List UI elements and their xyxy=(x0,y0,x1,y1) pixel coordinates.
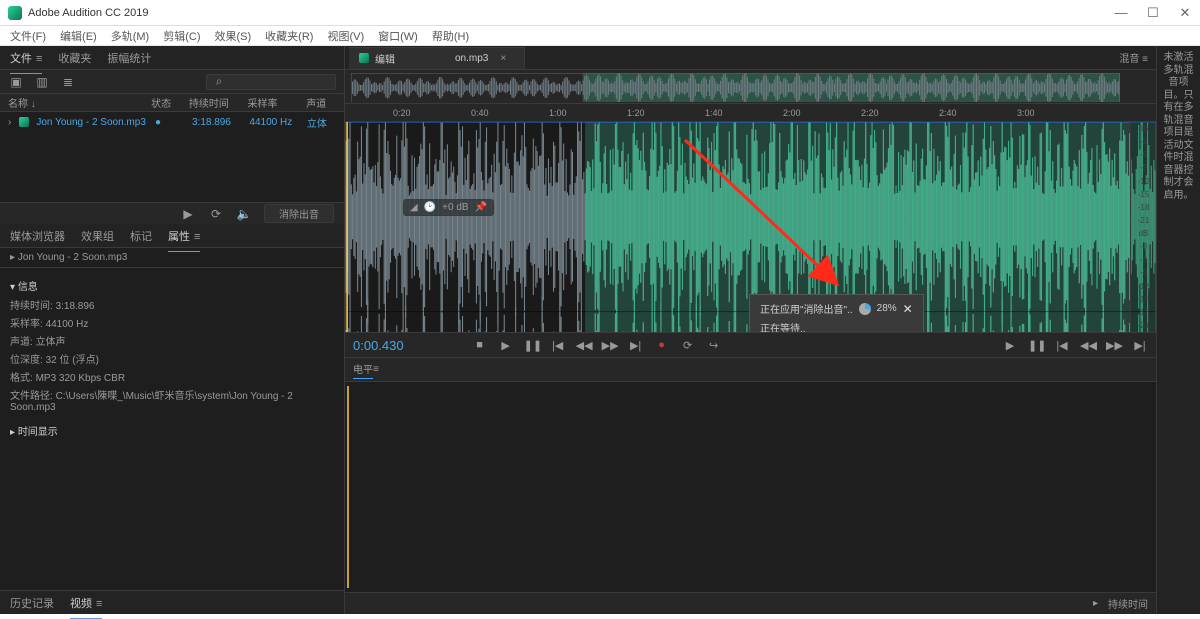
audio-file-icon xyxy=(19,117,29,127)
mixer-sidebar-text: 未激活多轨混音项目。只有在多轨混音项目是活动文件时混音器控制才会启用。 xyxy=(1160,52,1197,202)
transport-controls: ■ ▶ ❚❚ |◀ ◀◀ ▶▶ ▶| ● ⟳ ↪ xyxy=(472,339,722,352)
annotation-arrow-icon xyxy=(675,132,865,302)
file-list: › Jon Young - 2 Soon.mp3 ● 3:18.896 4410… xyxy=(0,112,344,202)
tab-properties[interactable]: 属性≡ xyxy=(168,226,200,246)
col-sample[interactable]: 采样率 xyxy=(248,95,303,110)
level-meters xyxy=(345,381,1156,592)
menu-edit[interactable]: 编辑(E) xyxy=(60,28,97,44)
zoom-play-button[interactable]: ▶ xyxy=(1002,339,1018,352)
editor-tab[interactable]: 编辑 on.mp3 × xyxy=(349,47,525,69)
menu-view[interactable]: 视图(V) xyxy=(327,28,364,44)
waveform-overview[interactable] xyxy=(345,70,1156,104)
expand-icon[interactable]: › xyxy=(8,117,11,128)
zoom-pause-button[interactable]: ❚❚ xyxy=(1028,339,1044,352)
overview-wave-icon xyxy=(351,73,1120,102)
tab-freqstats[interactable]: 振幅统计 xyxy=(107,48,151,68)
fade-icon: ◢ xyxy=(410,202,418,213)
file-status: ● xyxy=(155,117,188,128)
next-button[interactable]: ▶| xyxy=(628,339,644,352)
tab-video[interactable]: 视频≡ xyxy=(70,593,102,613)
menu-bar: 文件(F) 编辑(E) 多轨(M) 剪辑(C) 效果(S) 收藏夹(R) 视图(… xyxy=(0,26,1200,46)
skip-button[interactable]: ↪ xyxy=(706,339,722,352)
tab-effects-rack[interactable]: 效果组 xyxy=(81,226,114,246)
menu-file[interactable]: 文件(F) xyxy=(10,28,46,44)
progress-percent: 28% xyxy=(877,303,897,314)
progress-close-button[interactable]: ✕ xyxy=(903,302,913,316)
col-duration[interactable]: 持续时间 xyxy=(189,95,244,110)
properties-panel: ▾ 信息 持续时间: 3:18.896 采样率: 44100 Hz 声道: 立体… xyxy=(0,268,344,590)
tab-files[interactable]: 文件≡ xyxy=(10,48,42,68)
menu-favorites[interactable]: 收藏夹(R) xyxy=(265,28,313,44)
levels-label[interactable]: 电平 xyxy=(353,361,373,379)
menu-clip[interactable]: 剪辑(C) xyxy=(163,28,200,44)
menu-multitrack[interactable]: 多轨(M) xyxy=(111,28,150,44)
progress-text: 正在应用"消除出音".. xyxy=(760,301,853,316)
play-preview-button[interactable]: ▶ xyxy=(180,206,196,222)
audio-file-icon xyxy=(359,53,369,63)
footer-marker-icon[interactable]: ▸ xyxy=(1093,598,1098,609)
menu-effects[interactable]: 效果(S) xyxy=(215,28,252,44)
tab-markers[interactable]: 标记 xyxy=(130,226,152,246)
progress-subtext: 正在等待.. xyxy=(760,320,913,333)
menu-help[interactable]: 帮助(H) xyxy=(432,28,469,44)
clock-icon: 🕑 xyxy=(424,202,436,213)
menu-window[interactable]: 窗口(W) xyxy=(378,28,418,44)
close-tab-icon[interactable]: × xyxy=(500,53,506,64)
timecode: 0:00.430 xyxy=(353,338,404,353)
info-header[interactable]: ▾ 信息 xyxy=(10,278,334,293)
new-file-icon[interactable]: ▣ xyxy=(8,74,24,90)
prev-button[interactable]: |◀ xyxy=(550,339,566,352)
forward-button[interactable]: ▶▶ xyxy=(602,339,618,352)
window-maximize-button[interactable]: ☐ xyxy=(1146,5,1160,21)
search-icon: ⌕ xyxy=(211,74,227,90)
file-channels: 立体 xyxy=(307,115,336,130)
file-name: Jon Young - 2 Soon.mp3 xyxy=(36,117,151,128)
tab-history[interactable]: 历史记录 xyxy=(10,593,54,613)
loop-preview-button[interactable]: ⟳ xyxy=(208,206,224,222)
progress-dialog: 正在应用"消除出音".. 28% ✕ 正在等待.. xyxy=(749,294,924,333)
zoom-rw-button[interactable]: ◀◀ xyxy=(1080,339,1096,352)
editor-tab-prefix: 编辑 xyxy=(375,51,395,66)
time-display-header[interactable]: ▸ 时间显示 xyxy=(10,423,334,438)
footer-duration-label: 持续时间 xyxy=(1108,596,1148,611)
gain-value: +0 dB xyxy=(442,202,468,213)
window-close-button[interactable]: ✕ xyxy=(1178,5,1192,21)
file-sample: 44100 Hz xyxy=(249,117,302,128)
pending-effect-label: 消除出音 xyxy=(264,204,334,223)
col-name[interactable]: 名称 ↓ xyxy=(8,95,147,110)
col-status[interactable]: 状态 xyxy=(151,95,185,110)
db-scale: dB-3-6-9-12-15-18-21dB-3-6-9-12-15-18-21 xyxy=(1130,122,1156,332)
tab-favorites[interactable]: 收藏夹 xyxy=(58,48,91,68)
stop-button[interactable]: ■ xyxy=(472,339,488,351)
rewind-button[interactable]: ◀◀ xyxy=(576,339,592,352)
app-logo-icon xyxy=(8,6,22,20)
col-channels[interactable]: 声道 xyxy=(306,95,336,110)
editor-tab-filename: on.mp3 xyxy=(455,53,488,64)
pin-icon[interactable]: 📌 xyxy=(475,202,487,213)
gain-hud[interactable]: ◢ 🕑 +0 dB 📌 xyxy=(403,199,494,216)
mixer-sidebar: 未激活多轨混音项目。只有在多轨混音项目是活动文件时混音器控制才会启用。 xyxy=(1156,46,1200,614)
zoom-ff-button[interactable]: ▶▶ xyxy=(1106,339,1122,352)
record-button[interactable]: ● xyxy=(654,339,670,351)
pause-button[interactable]: ❚❚ xyxy=(524,339,540,352)
file-search-input[interactable]: ⌕ xyxy=(206,74,336,90)
time-ruler[interactable]: 0:20 0:40 1:00 1:20 1:40 2:00 2:20 2:40 … xyxy=(345,104,1156,122)
app-title: Adobe Audition CC 2019 xyxy=(28,7,148,19)
file-row[interactable]: › Jon Young - 2 Soon.mp3 ● 3:18.896 4410… xyxy=(0,112,344,132)
mixer-label[interactable]: 混音 ≡ xyxy=(1111,50,1156,65)
open-file-icon[interactable]: ▥ xyxy=(34,74,50,90)
play-button[interactable]: ▶ xyxy=(498,339,514,352)
title-bar: Adobe Audition CC 2019 — ☐ ✕ xyxy=(0,0,1200,26)
zoom-prev-button[interactable]: |◀ xyxy=(1054,339,1070,352)
tab-media-browser[interactable]: 媒体浏览器 xyxy=(10,226,65,246)
zoom-next-button[interactable]: ▶| xyxy=(1132,339,1148,352)
autoplay-button[interactable]: 🔈 xyxy=(236,206,252,222)
multitrack-icon[interactable]: ≣ xyxy=(60,74,76,90)
waveform-editor[interactable]: ◢ 🕑 +0 dB 📌 正在应用"消除出音".. 28% ✕ xyxy=(345,122,1156,333)
file-duration: 3:18.896 xyxy=(192,117,245,128)
window-minimize-button[interactable]: — xyxy=(1114,5,1128,21)
loop-button[interactable]: ⟳ xyxy=(680,339,696,352)
progress-pie-icon xyxy=(859,303,871,315)
